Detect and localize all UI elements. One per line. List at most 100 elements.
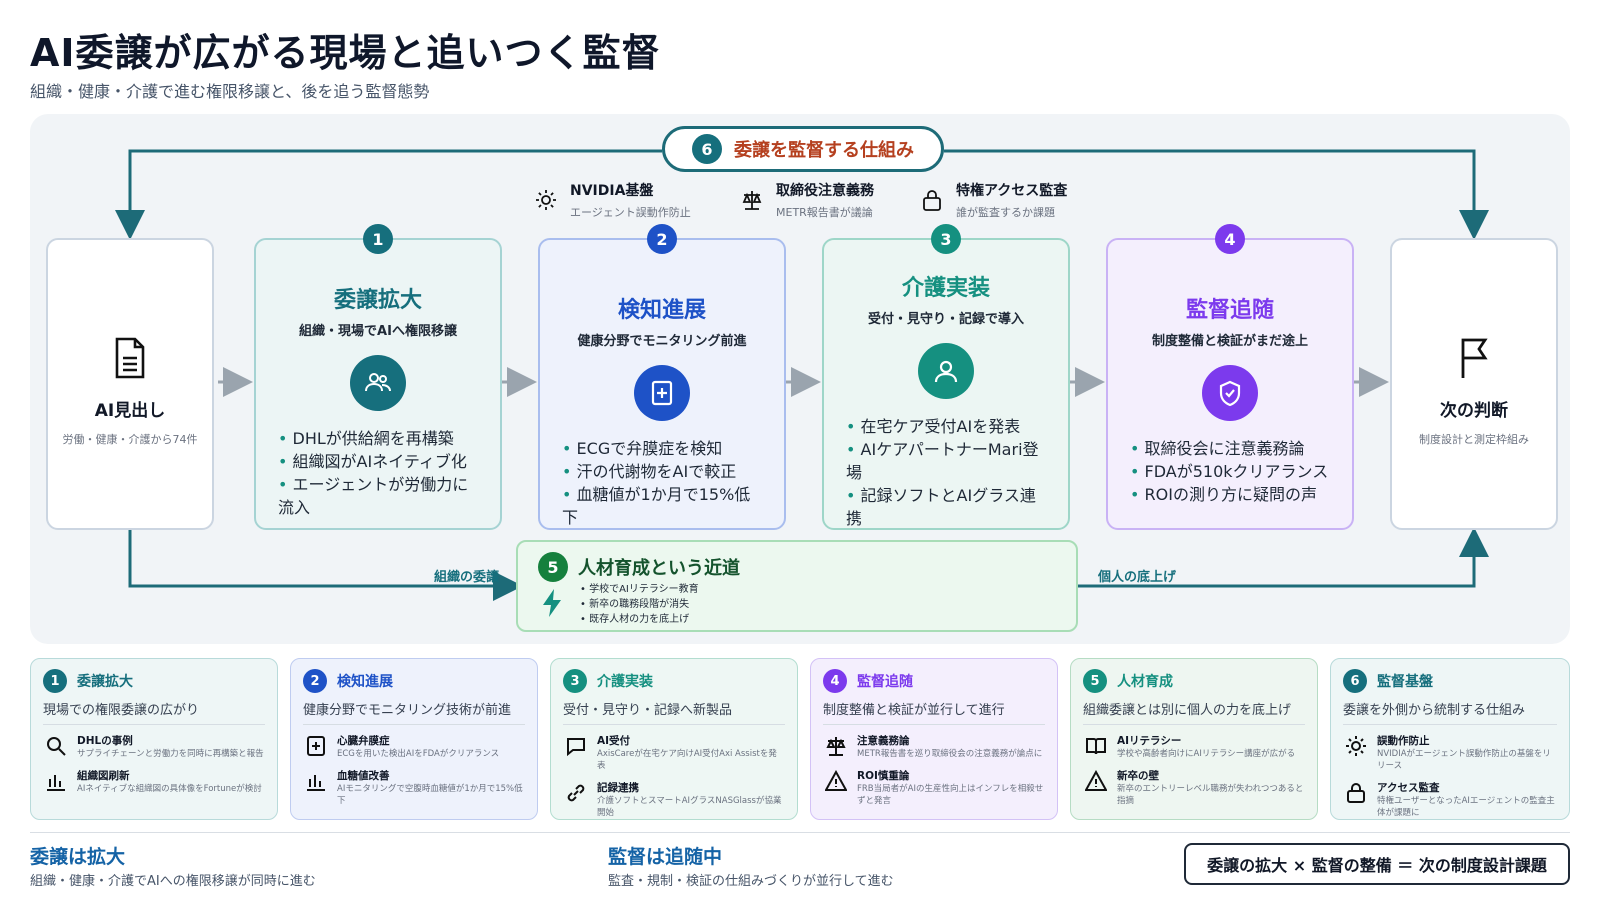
card-item-title: 心臓弁膜症	[337, 735, 390, 747]
talent-item: • 学校でAIリテラシー教育	[580, 584, 699, 595]
stage-sub: 組織・現場でAIへ権限移譲	[299, 324, 457, 339]
card-item-title: 注意義務論	[857, 735, 910, 747]
scale-icon	[823, 733, 849, 759]
card-item-title: 新卒の壁	[1117, 770, 1159, 782]
card-sub: 健康分野でモニタリング技術が前進	[303, 699, 525, 725]
tool-access: 特権アクセス監査 誰が監査するか課題	[918, 180, 1067, 220]
card-6: 6 監督基盤 委譲を外側から統制する仕組み 誤動作防止 NVIDIAがエージェント誤…	[1330, 658, 1570, 820]
start-box: AI見出し 労働・健康・介護から74件	[46, 238, 214, 530]
bar-chart-icon	[43, 768, 69, 794]
talent-num: 5	[538, 552, 568, 582]
tool-title: NVIDIA基盤	[570, 183, 654, 199]
tool-sub: METR報告書が議論	[776, 206, 873, 219]
card-item-desc: 新卒のエントリーレベル職務が失われつつあると指摘	[1117, 784, 1304, 806]
stage-sub: 制度整備と検証がまだ途上	[1151, 334, 1308, 349]
stage-num: 1	[363, 224, 393, 254]
gear-icon	[532, 186, 560, 214]
medical-icon	[303, 733, 329, 759]
footer-left-sub: 組織・健康・介護でAIへの権限移譲が同時に進む	[30, 874, 316, 889]
card-item-desc: ECGを用いた検出AIをFDAがクリアランス	[337, 749, 500, 759]
card-sub: 組織委譲とは別に個人の力を底上げ	[1083, 699, 1305, 725]
talent-item: • 新卒の職務段階が消失	[580, 599, 690, 610]
gear-icon	[1343, 733, 1369, 759]
tool-title: 特権アクセス監査	[956, 183, 1068, 199]
card-item-desc: METR報告書を巡り取締役会の注意義務が論点に	[857, 749, 1043, 759]
link-icon	[563, 780, 589, 806]
stage-title: 介護実装	[901, 276, 990, 301]
stage-item: DHLが供給網を再構築	[278, 427, 478, 450]
stage-num: 3	[931, 224, 961, 254]
card-5: 5 人材育成 組織委譲とは別に個人の力を底上げ AIリテラシー 学校や高齢者向けにA…	[1070, 658, 1318, 820]
card-item-desc: 学校や高齢者向けにAIリテラシー講座が広がる	[1117, 749, 1296, 759]
card-num: 3	[563, 669, 587, 693]
loop-label: 委譲を監督する仕組み	[734, 140, 914, 161]
stage-item: エージェントが労働力に流入	[278, 473, 478, 519]
flag-icon	[1392, 336, 1556, 384]
stage-item: FDAが510kクリアランス	[1130, 460, 1330, 483]
card-item-desc: AIモニタリングで空腹時血糖値が1か月で15%低下	[337, 784, 523, 806]
card-item-title: 組織図刷新	[77, 770, 130, 782]
card-title: 監督追随	[857, 674, 913, 690]
card-title: 監督基盤	[1377, 674, 1433, 690]
card-num: 6	[1343, 669, 1367, 693]
chat-icon	[563, 733, 589, 759]
stage-sub: 受付・見守り・記録で導入	[867, 312, 1024, 327]
stage-title: 検知進展	[617, 298, 706, 323]
bolt-icon	[540, 588, 564, 622]
flow-label-right: 個人の底上げ	[1098, 570, 1177, 585]
loop-pill: 6 委譲を監督する仕組み	[662, 126, 944, 172]
stage-item: ROIの測り方に疑問の声	[1130, 483, 1330, 506]
tool-board: 取締役注意義務 METR報告書が議論	[738, 180, 874, 220]
card-item-desc: 特権ユーザーとなったAIエージェントの監査主体が課題に	[1377, 796, 1555, 818]
book-icon	[1083, 733, 1109, 759]
card-item-title: 血糖値改善	[337, 770, 390, 782]
stage-item: 記録ソフトとAIグラス連携	[846, 484, 1046, 530]
person-icon	[918, 343, 974, 399]
stage-num: 2	[647, 224, 677, 254]
stage-item: 取締役会に注意義務論	[1130, 437, 1330, 460]
talent-item: • 既存人材の力を底上げ	[580, 614, 690, 625]
shield-icon	[1202, 365, 1258, 421]
card-item-title: ROI慎重論	[857, 770, 910, 782]
card-title: 検知進展	[337, 674, 393, 690]
end-sub: 制度設計と測定枠組み	[1419, 433, 1529, 446]
summary-box: 委譲の拡大 × 監督の整備 ＝ 次の制度設計課題	[1184, 843, 1570, 885]
card-item-desc: AxisCareが在宅ケア向けAI受付Axi Assistを発表	[597, 749, 777, 771]
lock-icon	[918, 186, 946, 214]
card-1: 1 委譲拡大 現場での権限委譲の広がり DHLの事例 サプライチェーンと労働力を同時…	[30, 658, 278, 820]
lock-icon	[1343, 780, 1369, 806]
stage-item: 血糖値が1か月で15%低下	[562, 483, 762, 529]
stage-item: 在宅ケア受付AIを発表	[846, 415, 1046, 438]
page-subtitle: 組織・健康・介護で進む権限移譲と、後を追う監督態勢	[30, 82, 430, 101]
users-icon	[350, 355, 406, 411]
card-2: 2 検知進展 健康分野でモニタリング技術が前進 心臓弁膜症 ECGを用いた検出AIを…	[290, 658, 538, 820]
tool-sub: 誰が監査するか課題	[956, 206, 1055, 219]
card-num: 1	[43, 669, 67, 693]
search-icon	[43, 733, 69, 759]
stage-box-1: 1 委譲拡大 組織・現場でAIへ権限移譲 DHLが供給網を再構築 組織図がAIネ…	[254, 224, 502, 530]
stage-box-2: 2 検知進展 健康分野でモニタリング前進 ECGで弁膜症を検知 汗の代謝物をAI…	[538, 224, 786, 530]
card-title: 委譲拡大	[77, 674, 133, 690]
tool-title: 取締役注意義務	[776, 183, 874, 199]
stage-box-4: 4 監督追随 制度整備と検証がまだ途上 取締役会に注意義務論 FDAが510kク…	[1106, 224, 1354, 530]
card-sub: 受付・見守り・記録へ新製品	[563, 699, 785, 725]
stage-title: 監督追随	[1185, 298, 1274, 323]
stage-num: 4	[1215, 224, 1245, 254]
stage-box-3: 3 介護実装 受付・見守り・記録で導入 在宅ケア受付AIを発表 AIケアパートナ…	[822, 224, 1070, 530]
stage-item: ECGで弁膜症を検知	[562, 437, 762, 460]
card-sub: 制度整備と検証が並行して進行	[823, 699, 1045, 725]
page-title: AI委譲が広がる現場と追いつく監督	[30, 31, 661, 75]
card-item-desc: FRB当局者がAIの生産性向上はインフレを相殺せずと発言	[857, 784, 1044, 806]
stage-item: AIケアパートナーMari登場	[846, 438, 1046, 484]
card-3: 3 介護実装 受付・見守り・記録へ新製品 AI受付 AxisCareが在宅ケア向けA…	[550, 658, 798, 820]
tool-nvidia: NVIDIA基盤 エージェント誤動作防止	[532, 180, 691, 220]
card-sub: 委譲を外側から統制する仕組み	[1343, 699, 1557, 725]
stage-item: 組織図がAIネイティブ化	[278, 450, 478, 473]
talent-title: 人材育成という近道	[578, 558, 740, 579]
warning-icon	[1083, 768, 1109, 794]
card-item-title: 誤動作防止	[1377, 735, 1430, 747]
loop-num: 6	[692, 134, 722, 164]
card-item-desc: 介護ソフトとスマートAIグラスNASGlassが協業開始	[597, 796, 782, 818]
bar-chart-icon	[303, 768, 329, 794]
end-title: 次の判断	[1440, 401, 1508, 421]
